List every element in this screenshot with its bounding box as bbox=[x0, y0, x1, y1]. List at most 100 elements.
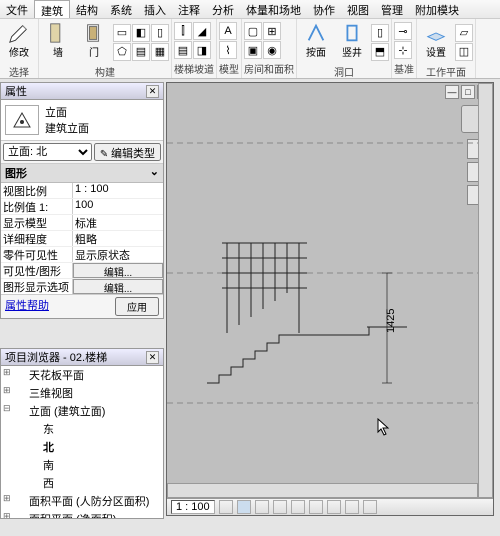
menu-系统[interactable]: 系统 bbox=[104, 0, 138, 18]
grid-tool[interactable]: ⊹ bbox=[394, 41, 412, 59]
stair2-tool[interactable]: ◨ bbox=[193, 41, 211, 59]
type-selector[interactable]: 立面建筑立面 bbox=[1, 100, 163, 141]
prop-key: 视图比例 bbox=[1, 183, 73, 198]
group-opening-label: 洞口 bbox=[299, 64, 389, 80]
prop-value[interactable]: 编辑... bbox=[73, 279, 163, 294]
model-text-tool[interactable]: A bbox=[219, 22, 237, 40]
horizontal-scrollbar[interactable] bbox=[167, 483, 478, 498]
show-wp-tool[interactable]: ▱ bbox=[455, 24, 473, 42]
set-workplane-button[interactable]: 设置 bbox=[419, 20, 453, 64]
apply-button[interactable]: 应用 bbox=[115, 297, 159, 316]
prop-row[interactable]: 显示模型标准 bbox=[1, 215, 163, 231]
vertical-scrollbar[interactable] bbox=[478, 83, 493, 498]
dimension-text: 1425 bbox=[385, 309, 397, 333]
drawing-viewport[interactable]: — □ ✕ 1425 1 : bbox=[166, 82, 494, 516]
menu-体量和场地[interactable]: 体量和场地 bbox=[240, 0, 307, 18]
menu-文件[interactable]: 文件 bbox=[0, 0, 34, 18]
room-tool[interactable]: ▢ bbox=[244, 22, 262, 40]
wall-opening-tool[interactable]: ▯ bbox=[371, 24, 389, 42]
tree-node[interactable]: 西 bbox=[1, 474, 163, 492]
prop-row[interactable]: 图形显示选项编辑... bbox=[1, 279, 163, 294]
close-properties[interactable]: ✕ bbox=[146, 85, 159, 98]
tag-tool[interactable]: ◉ bbox=[263, 41, 281, 59]
close-browser[interactable]: ✕ bbox=[146, 351, 159, 364]
railing-tool[interactable]: ⫿ bbox=[174, 22, 192, 40]
lock-3d-icon[interactable] bbox=[327, 500, 341, 514]
area-tool[interactable]: ▣ bbox=[244, 41, 262, 59]
prop-row[interactable]: 比例值 1:100 bbox=[1, 199, 163, 215]
crop-view-icon[interactable] bbox=[291, 500, 305, 514]
prop-row[interactable]: 可见性/图形编辑... bbox=[1, 263, 163, 279]
by-face-button[interactable]: 按面 bbox=[299, 20, 333, 64]
tree-node[interactable]: 面积平面 (净面积) bbox=[1, 510, 163, 518]
scale-display[interactable]: 1 : 100 bbox=[171, 500, 215, 514]
prop-value[interactable]: 编辑... bbox=[73, 263, 163, 278]
menu-视图[interactable]: 视图 bbox=[341, 0, 375, 18]
modify-label: 修改 bbox=[9, 44, 29, 59]
prop-row[interactable]: 详细程度粗略 bbox=[1, 231, 163, 247]
prop-value[interactable]: 100 bbox=[73, 199, 163, 214]
menu-管理[interactable]: 管理 bbox=[375, 0, 409, 18]
instance-filter[interactable]: 立面: 北 bbox=[3, 143, 92, 161]
prop-key: 可见性/图形 bbox=[1, 263, 73, 278]
door-button[interactable]: 门 bbox=[77, 20, 111, 64]
properties-title: 属性 bbox=[5, 83, 27, 99]
edit-type-button[interactable]: ✎ 编辑类型 bbox=[94, 143, 161, 161]
temp-hide-icon[interactable] bbox=[345, 500, 359, 514]
prop-row[interactable]: 视图比例1 : 100 bbox=[1, 183, 163, 199]
tree-node[interactable]: 三维视图 bbox=[1, 384, 163, 402]
prop-row[interactable]: 零件可见性显示原状态 bbox=[1, 247, 163, 263]
crop-region-icon[interactable] bbox=[309, 500, 323, 514]
properties-help-link[interactable]: 属性帮助 bbox=[5, 297, 49, 316]
sun-path-icon[interactable] bbox=[255, 500, 269, 514]
tree-node[interactable]: 南 bbox=[1, 456, 163, 474]
byface-label: 按面 bbox=[306, 44, 326, 59]
dormer-tool[interactable]: ⬒ bbox=[371, 43, 389, 61]
expand-icon[interactable]: ⌄ bbox=[150, 165, 159, 181]
tree-node[interactable]: 东 bbox=[1, 420, 163, 438]
window-tool[interactable]: ▭ bbox=[113, 24, 131, 42]
detail-level-icon[interactable] bbox=[219, 500, 233, 514]
floor-tool[interactable]: ▦ bbox=[151, 43, 169, 61]
prop-value[interactable]: 粗略 bbox=[73, 231, 163, 246]
tree-node[interactable]: 立面 (建筑立面) bbox=[1, 402, 163, 420]
property-grid: 图形 ⌄ 视图比例1 : 100比例值 1:100显示模型标准详细程度粗略零件可见… bbox=[1, 164, 163, 294]
modify-button[interactable]: 修改 bbox=[2, 20, 36, 64]
level-tool[interactable]: ⊸ bbox=[394, 22, 412, 40]
visual-style-icon[interactable] bbox=[237, 500, 251, 514]
stair-tool[interactable]: ▤ bbox=[174, 41, 192, 59]
menu-附加模块[interactable]: 附加模块 bbox=[409, 0, 465, 18]
tree-node[interactable]: 面积平面 (人防分区面积) bbox=[1, 492, 163, 510]
group-datum-label: 基准 bbox=[394, 61, 414, 77]
prop-value[interactable]: 显示原状态 bbox=[73, 247, 163, 262]
browser-title: 项目浏览器 - 02.楼梯 bbox=[5, 349, 107, 365]
prop-value[interactable]: 标准 bbox=[73, 215, 163, 230]
project-browser-panel: 项目浏览器 - 02.楼梯✕ 天花板平面三维视图立面 (建筑立面)东北南西面积平… bbox=[0, 348, 164, 519]
vertical-button[interactable]: 竖井 bbox=[335, 20, 369, 64]
menu-结构[interactable]: 结构 bbox=[70, 0, 104, 18]
column-tool[interactable]: ▯ bbox=[151, 24, 169, 42]
menu-建筑[interactable]: 建筑 bbox=[34, 0, 70, 18]
drawing-svg: 1425 bbox=[167, 83, 493, 515]
menu-协作[interactable]: 协作 bbox=[307, 0, 341, 18]
prop-key: 图形显示选项 bbox=[1, 279, 73, 294]
menu-分析[interactable]: 分析 bbox=[206, 0, 240, 18]
tree-node[interactable]: 天花板平面 bbox=[1, 366, 163, 384]
shadows-icon[interactable] bbox=[273, 500, 287, 514]
reveal-hidden-icon[interactable] bbox=[363, 500, 377, 514]
ref-plane-tool[interactable]: ◫ bbox=[455, 43, 473, 61]
wall-button[interactable]: 墙 bbox=[41, 20, 75, 64]
tree-node[interactable]: 北 bbox=[1, 438, 163, 456]
ramp-tool[interactable]: ◢ bbox=[193, 22, 211, 40]
room-sep-tool[interactable]: ⊞ bbox=[263, 22, 281, 40]
model-line-tool[interactable]: ⌇ bbox=[219, 41, 237, 59]
prop-value[interactable]: 1 : 100 bbox=[73, 183, 163, 198]
component-tool[interactable]: ◧ bbox=[132, 24, 150, 42]
ceiling-tool[interactable]: ▤ bbox=[132, 43, 150, 61]
menu-bar: 文件建筑结构系统插入注释分析体量和场地协作视图管理附加模块 bbox=[0, 0, 500, 19]
group-stair-label: 楼梯坡道 bbox=[174, 61, 214, 77]
roof-tool[interactable]: ⬠ bbox=[113, 43, 131, 61]
menu-插入[interactable]: 插入 bbox=[138, 0, 172, 18]
menu-注释[interactable]: 注释 bbox=[172, 0, 206, 18]
group-graphics[interactable]: 图形 bbox=[5, 165, 27, 181]
